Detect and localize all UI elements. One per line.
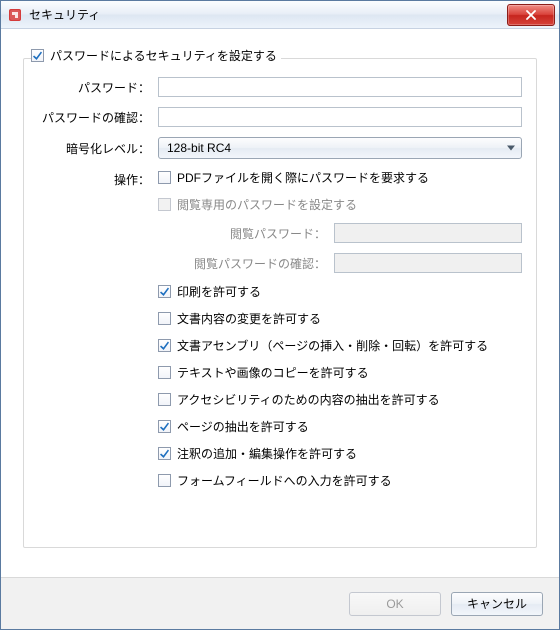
operations-label: 操作： <box>38 169 150 188</box>
ok-button[interactable]: OK <box>349 592 441 616</box>
cancel-button-label: キャンセル <box>467 595 527 612</box>
allow-print-checkbox[interactable] <box>158 285 171 298</box>
view-password-confirm-label: 閲覧パスワードの確認： <box>176 255 326 272</box>
encryption-level-value: 128-bit RC4 <box>167 141 231 155</box>
allow-page-extract-label: ページの抽出を許可する <box>177 418 309 435</box>
allow-assembly-label: 文書アセンブリ（ページの挿入・削除・回転）を許可する <box>177 337 488 354</box>
require-open-password-checkbox[interactable] <box>158 171 171 184</box>
allow-page-extract-checkbox[interactable] <box>158 420 171 433</box>
app-icon <box>7 7 23 23</box>
enable-security-label: パスワードによるセキュリティを設定する <box>50 47 277 64</box>
require-open-password-label: PDFファイルを開く際にパスワードを要求する <box>177 169 429 186</box>
titlebar: セキュリティ <box>1 1 559 29</box>
chevron-down-icon <box>507 146 515 151</box>
view-only-password-label: 閲覧専用のパスワードを設定する <box>177 196 357 213</box>
allow-annot-edit-checkbox[interactable] <box>158 447 171 460</box>
dialog-footer: OK キャンセル <box>1 577 559 629</box>
allow-form-fill-label: フォームフィールドへの入力を許可する <box>177 472 392 489</box>
security-panel: パスワード： パスワードの確認： 暗号化レベル： 128-bit RC4 操作：… <box>23 58 537 548</box>
window-title: セキュリティ <box>29 6 507 23</box>
view-password-label: 閲覧パスワード： <box>176 225 326 242</box>
allow-print-label: 印刷を許可する <box>177 283 261 300</box>
allow-modify-content-label: 文書内容の変更を許可する <box>177 310 321 327</box>
operations-column: PDFファイルを開く際にパスワードを要求する 閲覧専用のパスワードを設定する 閲… <box>158 169 522 489</box>
allow-annot-edit-label: 注釈の追加・編集操作を許可する <box>177 445 357 462</box>
password-input[interactable] <box>158 77 522 97</box>
allow-accessibility-extract-label: アクセシビリティのための内容の抽出を許可する <box>177 391 440 408</box>
cancel-button[interactable]: キャンセル <box>451 592 543 616</box>
close-button[interactable] <box>507 4 555 26</box>
view-password-confirm-input <box>334 253 522 273</box>
close-icon <box>525 10 537 20</box>
content-area: パスワードによるセキュリティを設定する パスワード： パスワードの確認： 暗号化… <box>1 29 559 577</box>
password-confirm-input[interactable] <box>158 107 522 127</box>
security-dialog: セキュリティ パスワードによるセキュリティを設定する パスワード： パスワードの… <box>0 0 560 630</box>
allow-copy-checkbox[interactable] <box>158 366 171 379</box>
allow-assembly-checkbox[interactable] <box>158 339 171 352</box>
enable-security-checkbox[interactable] <box>31 49 44 62</box>
ok-button-label: OK <box>386 597 403 611</box>
allow-copy-label: テキストや画像のコピーを許可する <box>177 364 369 381</box>
view-only-password-checkbox <box>158 198 171 211</box>
view-password-input <box>334 223 522 243</box>
encryption-level-select[interactable]: 128-bit RC4 <box>158 137 522 159</box>
password-label: パスワード： <box>38 79 150 96</box>
allow-modify-content-checkbox[interactable] <box>158 312 171 325</box>
allow-form-fill-checkbox[interactable] <box>158 474 171 487</box>
allow-accessibility-extract-checkbox[interactable] <box>158 393 171 406</box>
encryption-level-label: 暗号化レベル： <box>38 140 150 157</box>
password-confirm-label: パスワードの確認： <box>38 109 150 126</box>
